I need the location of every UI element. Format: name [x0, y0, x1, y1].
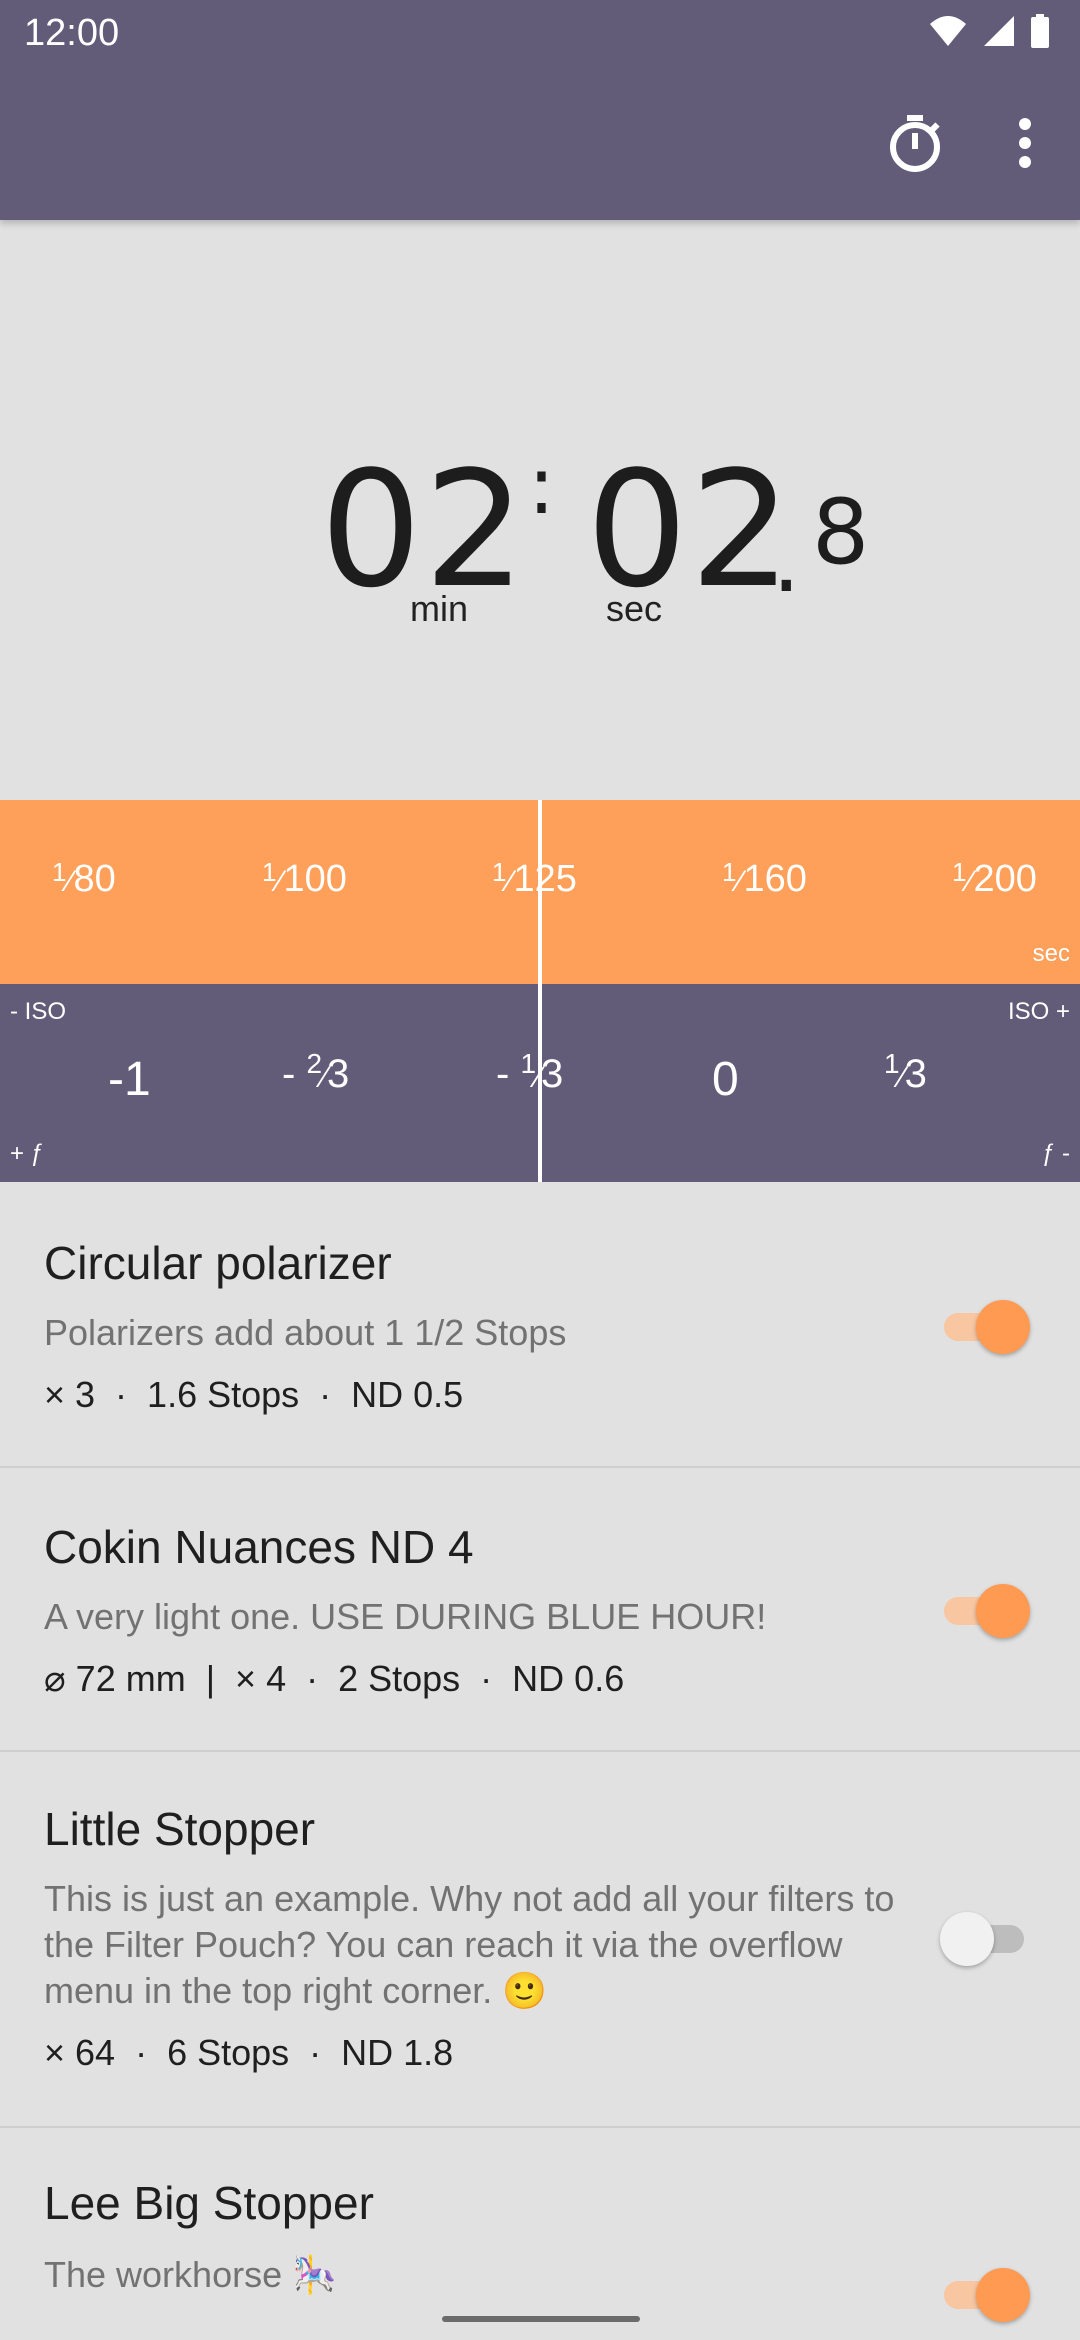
filter-description: Polarizers add about 1 1/2 Stops [44, 1312, 567, 1353]
timer-separator: : [528, 439, 557, 532]
iso-minus-label: - ISO [10, 998, 67, 1025]
timer-decimal-point: . [772, 508, 803, 613]
shutter-value: 1⁄80 [52, 857, 116, 900]
filter-title: Lee Big Stopper [44, 2177, 374, 2229]
filter-details: × 64 · 6 Stops · ND 1.8 [44, 2032, 454, 2073]
battery-icon [1030, 14, 1050, 53]
stopwatch-icon [887, 113, 943, 178]
filter-enabled-toggle[interactable] [940, 1296, 1030, 1354]
status-icons [928, 14, 1050, 53]
shutter-value: 1⁄100 [262, 857, 347, 900]
app-bar-actions [860, 100, 1080, 190]
toggle-thumb [976, 2268, 1030, 2322]
gesture-navigation-handle[interactable] [442, 2316, 640, 2322]
iso-value: - 2⁄3 [282, 1048, 350, 1096]
iso-value: - 1⁄3 [496, 1048, 564, 1096]
timer-seconds: 02 [586, 436, 794, 623]
aperture-minus-label: ƒ - [1041, 1140, 1070, 1167]
filter-enabled-toggle[interactable] [940, 1908, 1028, 1966]
iso-value: 1⁄3 [884, 1048, 927, 1096]
filter-title: Cokin Nuances ND 4 [44, 1521, 474, 1573]
wifi-icon [928, 14, 968, 53]
filter-details: ⌀ 72 mm | × 4 · 2 Stops · ND 0.6 [44, 1658, 625, 1699]
filter-enabled-toggle[interactable] [940, 1580, 1030, 1638]
minutes-label: min [410, 588, 469, 629]
filter-list-item[interactable]: Lee Big Stopper The workhorse 🎠 [0, 2128, 1080, 2340]
current-value-indicator [538, 800, 542, 1182]
shutter-unit-label: sec [1032, 940, 1070, 967]
filter-description: This is just an example. Why not add all… [44, 1878, 895, 2011]
aperture-plus-label: + ƒ [10, 1140, 45, 1167]
filter-details: × 3 · 1.6 Stops · ND 0.5 [44, 1374, 464, 1415]
filter-title: Little Stopper [44, 1803, 316, 1855]
shutter-value: 1⁄200 [952, 857, 1037, 900]
timer-minutes: 02 [320, 436, 528, 623]
filter-list-item[interactable]: Cokin Nuances ND 4 A very light one. USE… [0, 1468, 1080, 1752]
toggle-thumb [940, 1912, 994, 1966]
cellular-signal-icon [982, 14, 1016, 53]
overflow-menu-button[interactable] [970, 100, 1080, 190]
filter-enabled-toggle[interactable] [940, 2264, 1030, 2322]
status-time: 12:00 [24, 12, 120, 54]
shutter-value: 1⁄160 [722, 857, 807, 900]
filter-description: A very light one. USE DURING BLUE HOUR! [44, 1596, 767, 1637]
more-vert-icon [1017, 117, 1033, 173]
timer-tenths: 8 [812, 480, 872, 585]
toggle-thumb [976, 1584, 1030, 1638]
seconds-label: sec [606, 588, 663, 629]
filter-description: The workhorse 🎠 [44, 2254, 337, 2295]
countdown-timer[interactable]: 02 : 02 . 8 min sec [0, 220, 1080, 800]
iso-value: 0 [712, 1053, 739, 1106]
stopwatch-button[interactable] [860, 100, 970, 190]
iso-plus-label: ISO + [1007, 998, 1070, 1025]
iso-value: -1 [108, 1053, 151, 1106]
filter-list-item[interactable]: Circular polarizer Polarizers add about … [0, 1184, 1080, 1468]
toggle-thumb [976, 1300, 1030, 1354]
top-app-bar: 12:00 [0, 0, 1080, 220]
filter-list-item[interactable]: Little Stopper This is just an example. … [0, 1752, 1080, 2128]
shutter-value: 1⁄125 [492, 857, 577, 900]
filter-title: Circular polarizer [44, 1237, 392, 1289]
